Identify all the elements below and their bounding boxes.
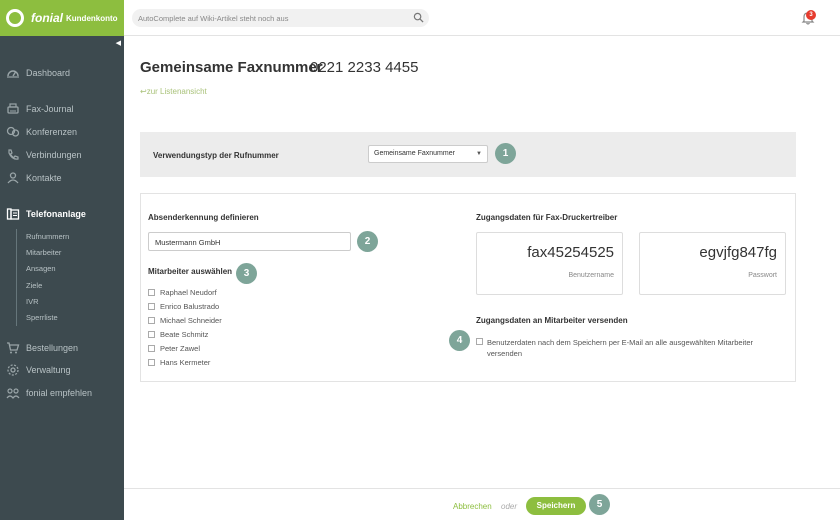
checkbox[interactable] <box>148 303 155 310</box>
fax-driver-label: Zugangsdaten für Fax-Druckertreiber <box>476 213 618 222</box>
usage-type-selected: Gemeinsame Faxnummer <box>374 150 455 157</box>
username-label: Benutzername <box>568 272 614 279</box>
sidebar-item-bestellungen[interactable]: Bestellungen <box>6 341 78 355</box>
step-badge-5: 5 <box>589 494 610 515</box>
employee-checkbox-row[interactable]: Beate Schmitz <box>148 330 208 339</box>
sidebar-item-kontakte[interactable]: Kontakte <box>6 171 62 185</box>
brand-sub: Kundenkonto <box>66 13 118 23</box>
step-badge-1: 1 <box>495 143 516 164</box>
brand-header[interactable]: fonial Kundenkonto <box>0 0 124 36</box>
sidebar-item-label: Konferenzen <box>26 127 78 137</box>
recommend-icon <box>6 388 20 399</box>
checkbox[interactable] <box>148 317 155 324</box>
subnav-item-ziele[interactable]: Ziele <box>26 278 69 294</box>
subnav-item-rufnummern[interactable]: Rufnummern <box>26 229 69 245</box>
employee-name: Hans Kermeter <box>160 358 211 367</box>
telefonanlage-subnav: Rufnummern Mitarbeiter Ansagen Ziele IVR… <box>16 229 69 326</box>
employee-name: Raphael Neudorf <box>160 288 217 297</box>
pbx-icon <box>6 208 20 220</box>
conference-icon <box>6 126 20 137</box>
dashboard-icon <box>7 70 19 78</box>
search-input[interactable]: AutoComplete auf Wiki-Artikel steht noch… <box>132 9 429 27</box>
sidebar-item-label: Verwaltung <box>26 365 71 375</box>
sidebar-item-label: Bestellungen <box>26 343 79 353</box>
sidebar-item-fax-journal[interactable]: Fax-Journal <box>6 102 74 116</box>
subnav-item-ansagen[interactable]: Ansagen <box>26 261 69 277</box>
employee-name: Enrico Balustrado <box>160 302 220 311</box>
employee-name: Michael Schneider <box>160 316 222 325</box>
cancel-link[interactable]: Abbrechen <box>453 502 492 511</box>
send-credentials-text: Benutzerdaten nach dem Speichern per E-M… <box>487 338 753 358</box>
sidebar-item-dashboard[interactable]: Dashboard <box>6 66 70 80</box>
password-label: Passwort <box>748 272 777 279</box>
sidebar-item-label: Telefonanlage <box>26 209 86 219</box>
usage-type-select[interactable]: Gemeinsame Faxnummer ▼ <box>368 145 488 163</box>
or-text: oder <box>501 502 518 511</box>
employee-name: Peter Zawel <box>160 344 201 353</box>
caret-down-icon: ▼ <box>476 151 482 157</box>
sidebar-item-label: Verbindungen <box>26 150 82 160</box>
search-placeholder: AutoComplete auf Wiki-Artikel steht noch… <box>138 14 289 23</box>
brand-name: fonial <box>31 11 63 25</box>
usage-type-label: Verwendungstyp der Rufnummer <box>153 151 279 160</box>
collapse-sidebar-icon[interactable]: ◀ <box>116 39 121 47</box>
username-box: fax45254525 Benutzername <box>476 232 623 295</box>
checkbox[interactable] <box>148 359 155 366</box>
subnav-item-sperrliste[interactable]: Sperrliste <box>26 310 69 326</box>
send-credentials-checkbox[interactable] <box>476 338 483 345</box>
back-link-label: zur Listenansicht <box>146 87 207 96</box>
employee-checkbox-row[interactable]: Hans Kermeter <box>148 358 210 367</box>
employee-name: Beate Schmitz <box>160 330 209 339</box>
back-arrow-icon: ↩ <box>140 87 147 96</box>
sidebar-item-verbindungen[interactable]: Verbindungen <box>6 148 82 162</box>
settings-icon <box>7 364 19 376</box>
checkbox[interactable] <box>148 289 155 296</box>
save-button[interactable]: Speichern <box>526 497 586 515</box>
username-value: fax45254525 <box>527 244 614 261</box>
sender-id-label: Absenderkennung definieren <box>148 213 259 222</box>
sidebar-item-label: fonial empfehlen <box>26 388 93 398</box>
sidebar-item-label: Kontakte <box>26 173 62 183</box>
employees-label: Mitarbeiter auswählen <box>148 267 233 276</box>
sidebar-item-telefonanlage[interactable]: Telefonanlage <box>6 207 86 221</box>
password-box: egvjfg847fg Passwort <box>639 232 786 295</box>
sidebar-item-label: Fax-Journal <box>26 104 74 114</box>
subnav-item-ivr[interactable]: IVR <box>26 294 69 310</box>
checkbox[interactable] <box>148 331 155 338</box>
employee-checkbox-row[interactable]: Enrico Balustrado <box>148 302 219 311</box>
subnav-item-mitarbeiter[interactable]: Mitarbeiter <box>26 245 69 261</box>
sidebar: fonial Kundenkonto ◀ Dashboard Fax-Journ… <box>0 0 124 520</box>
search-icon[interactable] <box>413 12 424 23</box>
step-badge-4: 4 <box>449 330 470 351</box>
sidebar-item-konferenzen[interactable]: Konferenzen <box>6 125 77 139</box>
page-title-number: 0221 2233 4455 <box>310 59 419 76</box>
page-title: Gemeinsame Faxnummer <box>140 59 323 76</box>
send-credentials-label: Zugangsdaten an Mitarbeiter versenden <box>476 316 628 325</box>
cart-icon <box>7 342 20 354</box>
sidebar-item-empfehlen[interactable]: fonial empfehlen <box>6 386 92 400</box>
employee-checkbox-row[interactable]: Peter Zawel <box>148 344 200 353</box>
employee-checkbox-row[interactable]: Raphael Neudorf <box>148 288 217 297</box>
checkbox[interactable] <box>148 345 155 352</box>
sender-id-input[interactable]: Mustermann GmbH <box>148 232 351 251</box>
fax-icon <box>7 103 19 114</box>
top-bar: AutoComplete auf Wiki-Artikel steht noch… <box>124 0 840 36</box>
step-badge-2: 2 <box>357 231 378 252</box>
fonial-logo-icon <box>6 9 24 27</box>
sidebar-item-verwaltung[interactable]: Verwaltung <box>6 363 71 377</box>
sidebar-item-label: Dashboard <box>26 68 71 78</box>
contacts-icon <box>7 172 19 184</box>
step-badge-3: 3 <box>236 263 257 284</box>
employee-checkbox-row[interactable]: Michael Schneider <box>148 316 222 325</box>
back-to-list-link[interactable]: ↩zur Listenansicht <box>140 87 207 96</box>
phone-icon <box>8 149 19 160</box>
notification-badge: 3 <box>806 10 816 20</box>
password-value: egvjfg847fg <box>699 244 777 261</box>
